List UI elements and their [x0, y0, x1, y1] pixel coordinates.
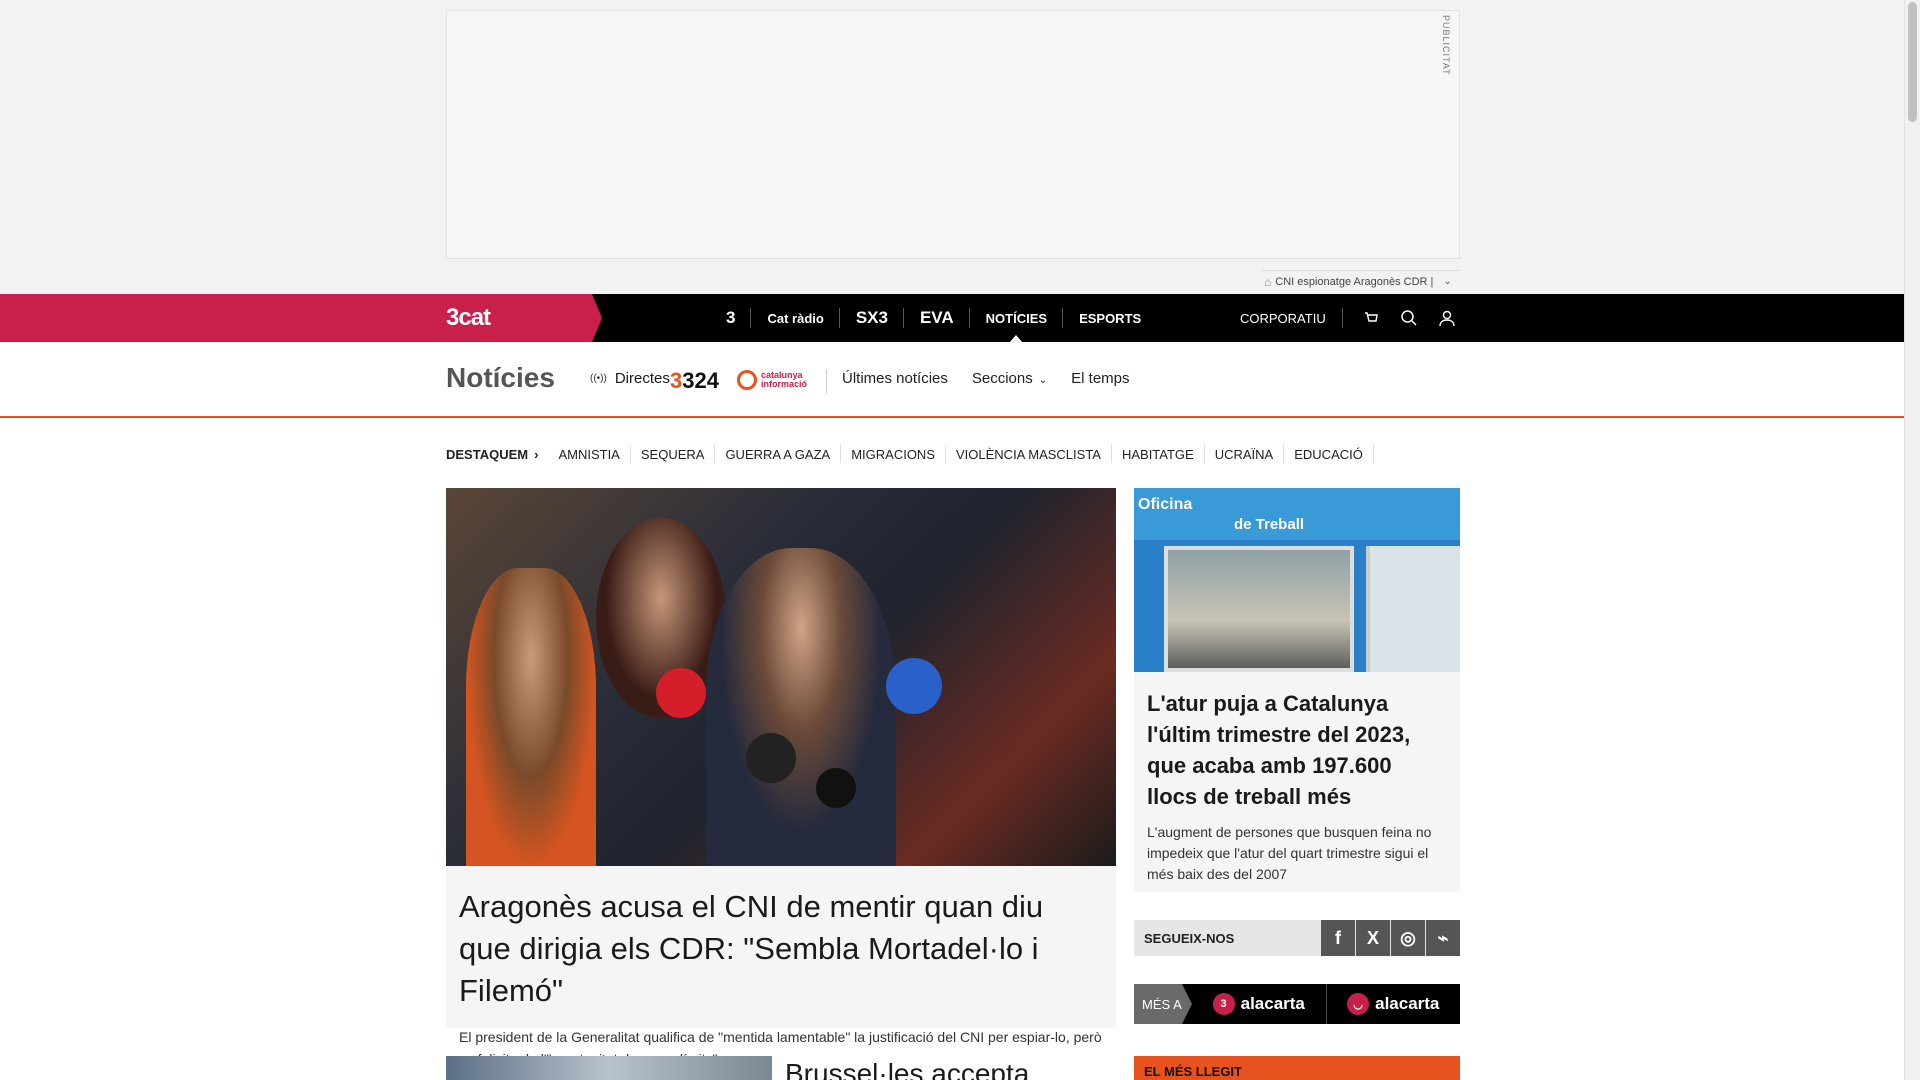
image-sign-text: de Treball [1234, 516, 1305, 533]
follow-us-bar: SEGUEIX-NOS f X ◎ ⌁ [1134, 920, 1460, 956]
catradio-icon: ◡ [1347, 993, 1370, 1015]
image-sign-text: Oficina [1138, 496, 1193, 513]
featured-tags: DESTAQUEM › AMNISTIA SEQUERA GUERRA A GAZ… [446, 445, 1374, 463]
user-icon[interactable] [1437, 308, 1457, 328]
search-icon[interactable] [1399, 308, 1419, 328]
mes-a-alacarta-bar: MÉS A 3 alacarta ◡ alacarta [1134, 984, 1460, 1024]
rss-icon[interactable]: ⌁ [1426, 920, 1460, 956]
nav-weather[interactable]: El temps [1071, 370, 1129, 387]
3cat-logo[interactable]: 3cat [446, 304, 491, 332]
live-broadcast-icon: ((•)) [590, 373, 607, 384]
corporate-link[interactable]: CORPORATIU [1240, 308, 1343, 328]
side-article-card[interactable]: L'atur puja a Catalunya l'últim trimestr… [1134, 672, 1460, 892]
side-article-summary: L'augment de persones que busquen feina … [1147, 824, 1432, 882]
channel-noticies[interactable]: NOTÍCIES [970, 294, 1064, 342]
side-article-image[interactable]: Oficina de Treball [1134, 488, 1460, 672]
ad-label: PUBLICITAT [1441, 15, 1451, 76]
instagram-icon[interactable]: ◎ [1391, 920, 1425, 956]
main-article-card[interactable]: Aragonès acusa el CNI de mentir quan diu… [446, 866, 1116, 1067]
follow-us-label: SEGUEIX-NOS [1144, 930, 1235, 946]
image-window [1164, 546, 1354, 672]
main-article-title[interactable]: Aragonès acusa el CNI de mentir quan diu… [459, 886, 1103, 1012]
tag-item[interactable]: GUERRA A GAZA [715, 445, 842, 463]
tags-lead[interactable]: DESTAQUEM › [446, 447, 538, 462]
tag-icon: ⌂ [1264, 274, 1272, 289]
channel-catradio[interactable]: Cat ràdio [751, 294, 841, 342]
chevron-right-icon: › [534, 446, 539, 462]
tag-item[interactable]: UCRAÏNA [1205, 445, 1285, 463]
tag-item[interactable]: MIGRACIONS [841, 445, 946, 463]
chevron-down-icon[interactable]: ⌄ [1443, 276, 1451, 287]
ad-slot[interactable] [446, 10, 1460, 259]
top-navigation-bar: 3cat 3 Cat ràdio SX3 EVA NOTÍCIES ESPORT… [0, 294, 1904, 342]
image-microphone [746, 733, 796, 783]
tag-item[interactable]: SEQUERA [631, 445, 716, 463]
trending-bar[interactable]: ⌂ CNI espionatge Aragonès CDR | ⌄ [1262, 270, 1460, 292]
trending-text[interactable]: CNI espionatge Aragonès CDR | [1275, 276, 1433, 288]
section-nav: Últimes notícies Seccions ⌄ El temps [842, 370, 1130, 387]
chevron-down-icon: ⌄ [1038, 375, 1048, 386]
tv3-alacarta-link[interactable]: 3 alacarta [1192, 984, 1327, 1024]
live-link[interactable]: ((•)) Directes [590, 370, 670, 387]
top-right-tools: CORPORATIU [1240, 294, 1457, 342]
channel-tv3[interactable]: 3 [710, 294, 752, 342]
logo-324[interactable]: 3324 [670, 368, 719, 394]
next-article-title[interactable]: Brussel·les accepta [785, 1058, 1029, 1080]
channel-esports[interactable]: ESPORTS [1063, 294, 1157, 342]
nav-sections[interactable]: Seccions ⌄ [972, 370, 1047, 387]
ci-circle-icon [737, 370, 757, 390]
image-microphone [656, 668, 706, 718]
most-read-label: EL MÉS LLEGIT [1144, 1064, 1242, 1079]
nav-latest-news[interactable]: Últimes notícies [842, 370, 948, 387]
most-read-header: EL MÉS LLEGIT [1134, 1056, 1460, 1080]
image-person [706, 548, 896, 866]
image-person [466, 568, 596, 866]
ad-band: PUBLICITAT ⌂ CNI espionatge Aragonès CDR… [0, 0, 1904, 294]
x-icon[interactable]: X [1356, 920, 1390, 956]
catalunya-informacio-logo[interactable]: catalunya informació [737, 370, 821, 390]
scrollbar-thumb[interactable] [1908, 2, 1917, 122]
section-title[interactable]: Notícies [446, 362, 555, 394]
image-door [1366, 546, 1460, 672]
section-header: Notícies ((•)) Directes 3324 catalunya i… [0, 342, 1904, 418]
side-article-title[interactable]: L'atur puja a Catalunya l'últim trimestr… [1147, 688, 1447, 812]
divider [826, 369, 827, 393]
facebook-icon[interactable]: f [1321, 920, 1355, 956]
channel-sx3[interactable]: SX3 [840, 294, 905, 342]
live-label: Directes [614, 370, 670, 387]
catradio-alacarta-link[interactable]: ◡ alacarta [1327, 984, 1461, 1024]
channel-list: 3 Cat ràdio SX3 EVA NOTÍCIES ESPORTS [710, 294, 1157, 342]
image-microphone [816, 768, 856, 808]
tag-item[interactable]: EDUCACIÓ [1284, 445, 1374, 463]
mes-a-label: MÉS A [1134, 984, 1192, 1024]
next-article-image[interactable] [446, 1056, 772, 1080]
tag-item[interactable]: VIOLÈNCIA MASCLISTA [946, 445, 1112, 463]
cart-icon[interactable] [1361, 308, 1381, 328]
tv3-icon: 3 [1212, 993, 1235, 1015]
brand-block [0, 294, 602, 342]
scrollbar[interactable] [1904, 0, 1920, 1080]
channel-eva[interactable]: EVA [904, 294, 970, 342]
main-article-image[interactable] [446, 488, 1116, 866]
tag-item[interactable]: HABITATGE [1112, 445, 1205, 463]
image-microphone [886, 658, 942, 714]
tag-item[interactable]: AMNISTIA [548, 445, 631, 463]
